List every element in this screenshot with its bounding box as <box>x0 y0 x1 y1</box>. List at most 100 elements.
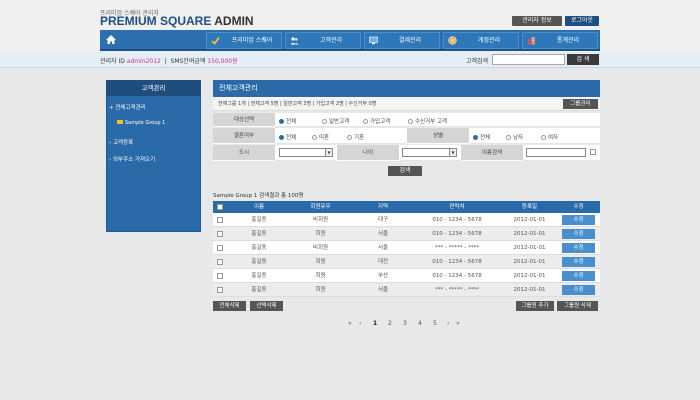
married-option-married[interactable]: 기혼 <box>347 133 364 141</box>
admin-id: admin2012 <box>126 58 161 65</box>
nav-tab-payments[interactable]: 결제관리 <box>364 32 440 49</box>
select-all-checkbox[interactable] <box>217 204 223 210</box>
cell-member: 회원 <box>315 259 326 265</box>
name-search-checkbox[interactable] <box>590 149 596 155</box>
cell-member: 비회원 <box>312 245 329 251</box>
target-options: 전체 일반고객 가입고객 수신거부 고객 <box>275 113 600 127</box>
cell-name: 홍길동 <box>251 287 267 293</box>
folder-icon <box>117 120 123 124</box>
name-search-cell <box>523 145 600 161</box>
logout-button[interactable]: 로그아웃 <box>565 16 599 26</box>
name-search-input[interactable] <box>526 148 586 157</box>
radio-icon <box>279 119 284 124</box>
sidebar-item-all-customers[interactable]: + 전체고객관리 <box>109 103 146 111</box>
brand-logo[interactable]: PREMIUM SQUARE ADMIN <box>100 14 254 28</box>
cell-phone: 010 - 1234 - 5678 <box>432 273 482 279</box>
sidebar-item-sample-group[interactable]: Sample Group 1 <box>117 120 165 126</box>
coin-icon <box>448 36 457 45</box>
city-select[interactable]: ▼ <box>279 148 333 157</box>
row-checkbox[interactable] <box>217 259 223 265</box>
home-button[interactable] <box>100 30 122 49</box>
delete-selected-button[interactable]: 선택삭제 <box>250 301 283 311</box>
edit-button[interactable]: 수정 <box>562 215 595 225</box>
married-option-single[interactable]: 미혼 <box>312 133 329 141</box>
filter-search-button[interactable]: 검색 <box>388 166 422 176</box>
nav-tab-label: 고객관리 <box>319 37 343 44</box>
age-label: 나이 <box>337 145 399 161</box>
page-4[interactable]: 4 <box>418 319 422 329</box>
nav-tab-label: 통계관리 <box>556 37 580 44</box>
page-3[interactable]: 3 <box>403 319 407 329</box>
monitor-icon <box>369 36 378 45</box>
row-checkbox[interactable] <box>217 217 223 223</box>
radio-icon <box>322 119 327 124</box>
prev-page-icon[interactable]: ‹ <box>359 319 361 329</box>
customer-search-button[interactable]: 검 색 <box>567 54 599 65</box>
header-member: 회원유무 <box>310 204 331 210</box>
target-label: 대상선택 <box>213 113 275 127</box>
gender-option-male[interactable]: 남자 <box>506 133 523 141</box>
cell-region: 대전 <box>377 259 389 265</box>
next-page-icon[interactable]: › <box>447 319 449 329</box>
header-name: 이름 <box>253 204 265 210</box>
sidebar-item-import[interactable]: › 외부주소 가져오기 <box>109 155 155 163</box>
gender-option-all[interactable]: 전체 <box>473 133 490 141</box>
married-option-all[interactable]: 전체 <box>279 133 296 141</box>
last-page-icon[interactable]: » <box>456 319 460 329</box>
page-1[interactable]: 1 <box>373 319 377 329</box>
target-option-general[interactable]: 일반고객 <box>322 117 349 125</box>
target-option-joined[interactable]: 가입고객 <box>363 117 390 125</box>
first-page-icon[interactable]: « <box>348 319 352 329</box>
target-option-rejected[interactable]: 수신거부 고객 <box>408 117 447 125</box>
chevron-right-icon: › <box>109 140 112 146</box>
cell-region: 서울 <box>377 287 389 293</box>
chevron-right-icon: › <box>109 157 112 163</box>
delete-all-button[interactable]: 전체삭제 <box>213 301 246 311</box>
delete-group-member-button[interactable]: 그룹원 삭제 <box>557 301 598 311</box>
cell-member: 비회원 <box>312 217 329 223</box>
table-row: 홍길동 회원 부산 010 - 1234 - 5678 2012-01-01 수… <box>213 269 600 283</box>
sidebar-item-label: 고객등록 <box>112 140 134 146</box>
edit-button[interactable]: 수정 <box>562 257 595 267</box>
gender-option-female[interactable]: 여자 <box>541 133 558 141</box>
group-manage-button[interactable]: 그룹관리 <box>563 99 598 109</box>
page-2[interactable]: 2 <box>388 319 392 329</box>
cell-phone: 010 - 1234 - 5678 <box>432 259 482 265</box>
nav-tab-accounts[interactable]: 게정관리 <box>443 32 519 49</box>
table-row: 홍길동 회원 서울 010 - 1234 - 5678 2012-01-01 수… <box>213 227 600 241</box>
row-checkbox[interactable] <box>217 287 223 293</box>
target-option-all[interactable]: 전체 <box>279 117 296 125</box>
nav-tab-customers[interactable]: 고객관리 <box>285 32 361 49</box>
table-row: 홍길동 회원 대전 010 - 1234 - 5678 2012-01-01 수… <box>213 255 600 269</box>
add-group-member-button[interactable]: 그룹원 추가 <box>516 301 554 311</box>
admin-info: 관리자 ID admin2012 | SMS잔여금액 150,000원 <box>100 58 238 65</box>
edit-button[interactable]: 수정 <box>562 229 595 239</box>
home-icon <box>106 35 116 44</box>
edit-button[interactable]: 수정 <box>562 285 595 295</box>
age-select[interactable]: ▼ <box>402 148 457 157</box>
page-5[interactable]: 5 <box>433 319 437 329</box>
cell-region: 대구 <box>377 217 389 223</box>
nav-tab-premium[interactable]: 프리미엄 스퀘어 <box>206 32 282 49</box>
cell-phone: *** - ***** - **** <box>435 287 479 293</box>
table-row: 홍길동 비회원 대구 010 - 1234 - 5678 2012-01-01 … <box>213 213 600 227</box>
edit-button[interactable]: 수정 <box>562 271 595 281</box>
row-checkbox[interactable] <box>217 231 223 237</box>
sidebar-item-register[interactable]: › 고객등록 <box>109 138 133 146</box>
city-cell: ▼ <box>275 145 337 161</box>
radio-icon <box>541 135 546 140</box>
row-checkbox[interactable] <box>217 245 223 251</box>
radio-icon <box>279 135 284 140</box>
customer-search-input[interactable] <box>492 54 565 65</box>
people-icon <box>290 36 299 45</box>
customer-search-label: 고객검색 <box>466 58 489 65</box>
cell-name: 홍길동 <box>251 217 267 223</box>
header-region: 지역 <box>377 204 389 210</box>
row-checkbox[interactable] <box>217 273 223 279</box>
admin-info-button[interactable]: 관리자 정보 <box>512 16 562 26</box>
radio-icon <box>363 119 368 124</box>
radio-icon <box>473 135 478 140</box>
cell-region: 부산 <box>377 273 389 279</box>
nav-tab-statistics[interactable]: 통계관리 <box>522 32 598 49</box>
edit-button[interactable]: 수정 <box>562 243 595 253</box>
